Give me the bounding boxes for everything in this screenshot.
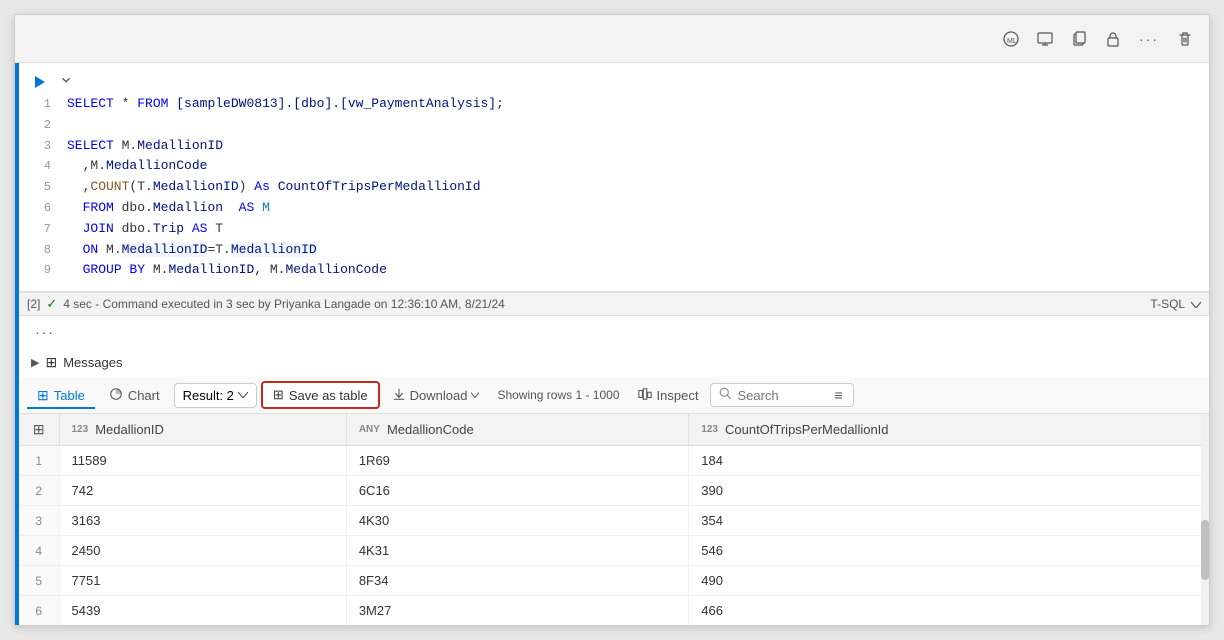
medallion-code-cell: 4K31 xyxy=(346,536,688,566)
table-row: 4 2450 4K31 546 xyxy=(19,536,1209,566)
lock-button[interactable] xyxy=(1099,27,1127,51)
results-toolbar: ⊞ Table Chart Result: 2 xyxy=(19,377,1209,414)
medallion-id-header: 123 MedallionID xyxy=(59,414,346,446)
row-number: 4 xyxy=(19,536,59,566)
search-icon xyxy=(719,387,732,403)
code-line-2: 2 xyxy=(19,115,1209,136)
medallion-id-cell: 5439 xyxy=(59,596,346,625)
table-row: 6 5439 3M27 466 xyxy=(19,596,1209,625)
table-row: 3 3163 4K30 354 xyxy=(19,506,1209,536)
code-line-7: 7 JOIN dbo.Trip AS T xyxy=(19,219,1209,240)
count-header: 123 CountOfTripsPerMedallionId xyxy=(689,414,1209,446)
svg-text:ML: ML xyxy=(1007,38,1017,45)
code-line-3: 3 SELECT M.MedallionID xyxy=(19,136,1209,157)
more-section: ··· xyxy=(19,316,1209,348)
collapse-button[interactable] xyxy=(55,71,77,92)
filter-icon: ≡ xyxy=(834,387,842,403)
inspect-button[interactable]: Inspect xyxy=(630,382,707,409)
medallion-code-cell: 4K30 xyxy=(346,506,688,536)
expand-icon: ▶ xyxy=(31,356,39,369)
content-area: 1 SELECT * FROM [sampleDW0813].[dbo].[vw… xyxy=(19,63,1209,625)
medallion-id-cell: 2450 xyxy=(59,536,346,566)
ml-button[interactable]: ML xyxy=(997,27,1025,51)
messages-label: Messages xyxy=(63,355,122,370)
medallion-id-cell: 742 xyxy=(59,476,346,506)
chart-tab-label: Chart xyxy=(128,388,160,403)
row-number-header: ⊞ xyxy=(19,414,59,446)
count-cell: 354 xyxy=(689,506,1209,536)
result-select[interactable]: Result: 2 xyxy=(174,383,257,408)
save-as-table-icon: ⊞ xyxy=(273,387,284,403)
row-number: 2 xyxy=(19,476,59,506)
scrollbar-thumb[interactable] xyxy=(1201,520,1209,580)
download-label: Download xyxy=(410,388,468,403)
more-options-button[interactable]: ··· xyxy=(1133,27,1165,51)
status-message: 4 sec - Command executed in 3 sec by Pri… xyxy=(63,297,505,311)
status-check-icon: ✓ xyxy=(46,296,57,312)
count-cell: 390 xyxy=(689,476,1209,506)
run-button[interactable] xyxy=(27,72,51,92)
messages-row[interactable]: ▶ ⊞ Messages xyxy=(19,348,1209,377)
table-row: 2 742 6C16 390 xyxy=(19,476,1209,506)
medallion-code-header: ANY MedallionCode xyxy=(346,414,688,446)
code-run-bar xyxy=(19,69,1209,94)
code-line-5: 5 ,COUNT(T.MedallionID) As CountOfTripsP… xyxy=(19,177,1209,198)
top-toolbar: ML ··· xyxy=(15,15,1209,63)
status-bar: [2] ✓ 4 sec - Command executed in 3 sec … xyxy=(19,292,1209,316)
code-lines: 1 SELECT * FROM [sampleDW0813].[dbo].[vw… xyxy=(19,94,1209,285)
main-window: ML ··· xyxy=(14,14,1210,626)
download-icon xyxy=(392,387,406,404)
save-as-table-button[interactable]: ⊞ Save as table xyxy=(261,381,380,409)
table-tab-label: Table xyxy=(54,388,85,403)
count-cell: 184 xyxy=(689,446,1209,476)
medallion-code-cell: 3M27 xyxy=(346,596,688,625)
chart-tab-icon xyxy=(109,387,123,404)
table-tab[interactable]: ⊞ Table xyxy=(27,382,95,409)
code-line-1: 1 SELECT * FROM [sampleDW0813].[dbo].[vw… xyxy=(19,94,1209,115)
row-number: 5 xyxy=(19,566,59,596)
count-cell: 466 xyxy=(689,596,1209,625)
row-number: 1 xyxy=(19,446,59,476)
table-tab-icon: ⊞ xyxy=(37,387,49,404)
medallion-id-cell: 7751 xyxy=(59,566,346,596)
medallion-id-cell: 3163 xyxy=(59,506,346,536)
screen-icon-button[interactable] xyxy=(1031,27,1059,51)
count-cell: 490 xyxy=(689,566,1209,596)
search-input[interactable] xyxy=(737,388,827,403)
delete-button[interactable] xyxy=(1171,27,1199,51)
medallion-code-cell: 6C16 xyxy=(346,476,688,506)
filter-icon-button[interactable]: ≡ xyxy=(832,387,844,403)
medallion-id-cell: 11589 xyxy=(59,446,346,476)
scrollbar-track[interactable] xyxy=(1201,414,1209,625)
code-editor: 1 SELECT * FROM [sampleDW0813].[dbo].[vw… xyxy=(19,63,1209,292)
row-number: 6 xyxy=(19,596,59,625)
inspect-icon xyxy=(638,387,652,404)
language-indicator: T-SQL xyxy=(1150,297,1201,311)
row-number: 3 xyxy=(19,506,59,536)
save-as-table-label: Save as table xyxy=(289,388,368,403)
table-row: 1 11589 1R69 184 xyxy=(19,446,1209,476)
cell-ref: [2] xyxy=(27,297,40,311)
code-line-8: 8 ON M.MedallionID=T.MedallionID xyxy=(19,240,1209,261)
data-table-container: ⊞ 123 MedallionID ANY xyxy=(19,414,1209,625)
search-box[interactable]: ≡ xyxy=(710,383,853,407)
inspect-label: Inspect xyxy=(657,388,699,403)
main-area: 1 SELECT * FROM [sampleDW0813].[dbo].[vw… xyxy=(15,63,1209,625)
table-row: 5 7751 8F34 490 xyxy=(19,566,1209,596)
chart-tab[interactable]: Chart xyxy=(99,382,170,409)
code-line-9: 9 GROUP BY M.MedallionID, M.MedallionCod… xyxy=(19,260,1209,281)
duplicate-button[interactable] xyxy=(1065,27,1093,51)
code-line-6: 6 FROM dbo.Medallion AS M xyxy=(19,198,1209,219)
count-cell: 546 xyxy=(689,536,1209,566)
data-table: ⊞ 123 MedallionID ANY xyxy=(19,414,1209,625)
table-icon: ⊞ xyxy=(45,354,57,371)
code-line-4: 4 ,M.MedallionCode xyxy=(19,156,1209,177)
showing-rows-label: Showing rows 1 - 1000 xyxy=(491,388,625,402)
download-button[interactable]: Download xyxy=(384,382,488,409)
medallion-code-cell: 8F34 xyxy=(346,566,688,596)
more-dots-button[interactable]: ··· xyxy=(27,320,63,344)
medallion-code-cell: 1R69 xyxy=(346,446,688,476)
table-header-row: ⊞ 123 MedallionID ANY xyxy=(19,414,1209,446)
